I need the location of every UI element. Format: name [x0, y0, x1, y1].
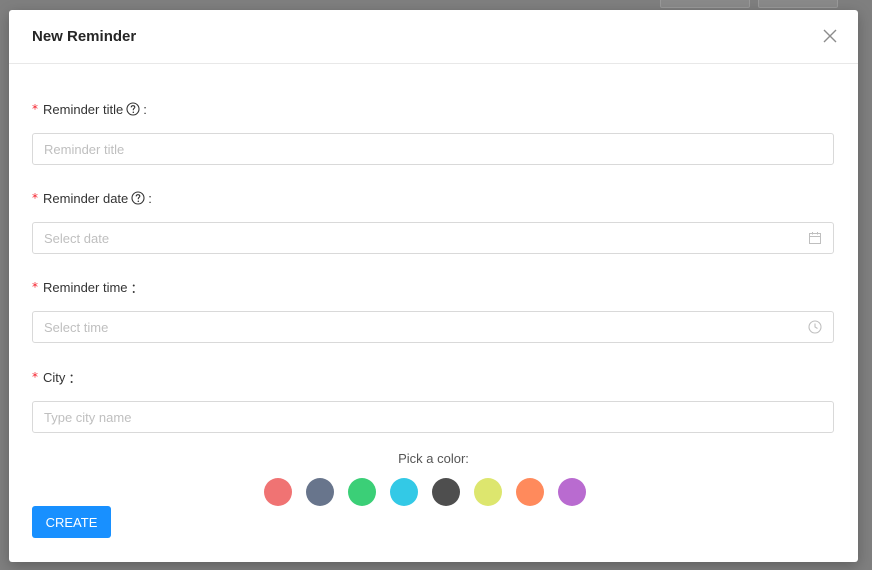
reminder-date-placeholder: Select date: [44, 230, 110, 246]
color-swatches: [264, 478, 586, 506]
color-swatch[interactable]: [516, 478, 544, 506]
create-button[interactable]: CREATE: [32, 506, 111, 538]
required-mark: *: [32, 280, 38, 294]
color-swatch[interactable]: [348, 478, 376, 506]
required-mark: *: [32, 191, 38, 205]
reminder-date-field: * Reminder date : Select date: [32, 188, 834, 254]
reminder-title-field: * Reminder title : Reminder title: [32, 99, 834, 165]
calendar-icon: [808, 231, 822, 245]
label-colon: :: [143, 101, 147, 117]
question-circle-icon[interactable]: [126, 102, 140, 116]
city-label: * City ：: [32, 367, 834, 387]
reminder-title-input[interactable]: Reminder title: [32, 133, 834, 165]
new-reminder-modal: New Reminder * Reminder title : Reminder…: [9, 10, 858, 562]
required-mark: *: [32, 370, 38, 384]
close-icon[interactable]: [822, 28, 838, 44]
pick-color-label: Pick a color:: [398, 451, 469, 466]
color-swatch[interactable]: [390, 478, 418, 506]
reminder-time-field: * Reminder time ： Select time: [32, 277, 834, 343]
background-button: [758, 0, 838, 8]
reminder-title-placeholder: Reminder title: [44, 141, 125, 157]
reminder-date-picker[interactable]: Select date: [32, 222, 834, 254]
city-placeholder: Type city name: [44, 409, 132, 425]
city-label-text: City: [43, 369, 66, 385]
reminder-time-label: * Reminder time ：: [32, 277, 834, 297]
reminder-title-label: * Reminder title :: [32, 99, 834, 119]
reminder-date-label-text: Reminder date: [43, 190, 129, 206]
color-swatch[interactable]: [474, 478, 502, 506]
color-swatch[interactable]: [558, 478, 586, 506]
reminder-date-label: * Reminder date :: [32, 188, 834, 208]
color-swatch[interactable]: [264, 478, 292, 506]
modal-title: New Reminder: [32, 28, 137, 45]
reminder-time-picker[interactable]: Select time: [32, 311, 834, 343]
city-field: * City ： Type city name: [32, 367, 834, 433]
modal-header: New Reminder: [9, 10, 858, 64]
label-colon: :: [148, 190, 152, 206]
reminder-time-placeholder: Select time: [44, 319, 109, 335]
color-swatch[interactable]: [306, 478, 334, 506]
reminder-title-label-text: Reminder title: [43, 101, 124, 117]
clock-icon: [808, 320, 822, 334]
city-input[interactable]: Type city name: [32, 401, 834, 433]
label-colon: ：: [130, 280, 144, 296]
question-circle-icon[interactable]: [131, 191, 145, 205]
required-mark: *: [32, 102, 38, 116]
reminder-time-label-text: Reminder time: [43, 279, 128, 295]
background-button: [660, 0, 750, 8]
label-colon: ：: [68, 370, 82, 386]
color-swatch[interactable]: [432, 478, 460, 506]
